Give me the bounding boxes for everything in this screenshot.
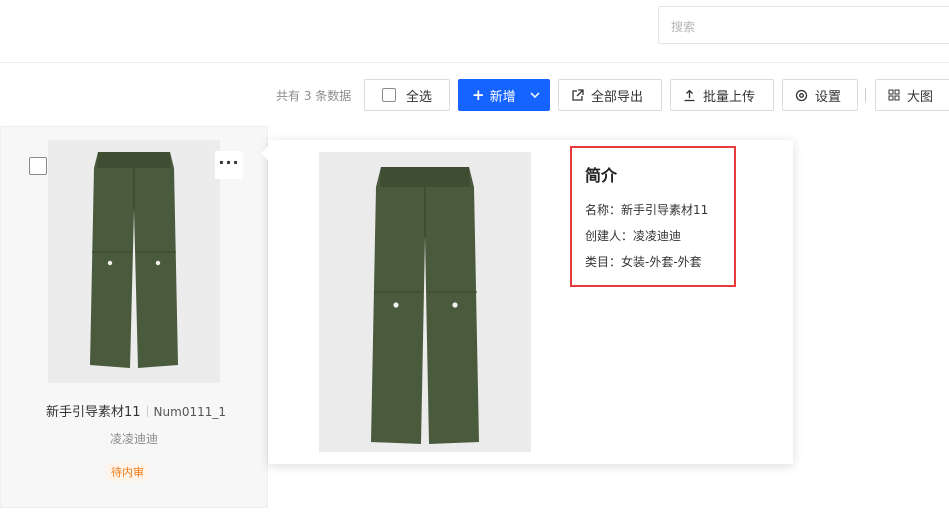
preview-image xyxy=(319,152,531,452)
header-divider xyxy=(0,62,949,63)
asset-thumbnail[interactable] xyxy=(48,140,220,383)
card-code: Num0111_1 xyxy=(153,405,226,419)
summary-panel: 简介 名称：新手引导素材11 创建人：凌凌迪迪 类目：女装-外套-外套 xyxy=(570,146,736,287)
add-button[interactable]: + 新增 xyxy=(458,79,550,111)
chevron-down-icon[interactable] xyxy=(530,92,540,98)
settings-label: 设置 xyxy=(815,89,842,105)
summary-category: 类目：女装-外套-外套 xyxy=(585,255,702,269)
summary-name: 名称：新手引导素材11 xyxy=(585,203,709,217)
title-divider xyxy=(146,406,148,417)
upload-icon xyxy=(683,89,696,102)
search-input[interactable]: 搜索 xyxy=(658,6,949,44)
pants-image xyxy=(90,152,178,368)
checkbox-icon xyxy=(382,88,396,102)
card-checkbox[interactable] xyxy=(29,157,47,175)
export-all-button[interactable]: 全部导出 xyxy=(558,79,662,111)
select-all-label: 全选 xyxy=(406,89,433,105)
select-all-button[interactable]: 全选 xyxy=(364,79,450,111)
card-title: 新手引导素材11 Num0111_1 xyxy=(46,401,226,420)
record-count: 共有 3 条数据 xyxy=(276,89,352,103)
search-placeholder: 搜索 xyxy=(671,20,696,34)
status-badge: 待内审 xyxy=(106,463,149,481)
plus-icon: + xyxy=(472,86,485,104)
view-mode-label: 大图 xyxy=(907,89,934,105)
export-icon xyxy=(571,88,584,102)
summary-creator: 创建人：凌凌迪迪 xyxy=(585,229,682,243)
settings-button[interactable]: 设置 xyxy=(782,79,858,111)
add-label: 新增 xyxy=(489,89,516,105)
settings-icon xyxy=(795,89,808,102)
batch-upload-label: 批量上传 xyxy=(703,89,756,105)
more-menu-button[interactable]: ··· xyxy=(215,151,243,179)
grid-icon xyxy=(888,89,900,101)
export-all-label: 全部导出 xyxy=(591,89,644,105)
batch-upload-button[interactable]: 批量上传 xyxy=(670,79,774,111)
view-mode-button[interactable]: 大图 xyxy=(875,79,949,111)
card-name: 新手引导素材11 xyxy=(46,405,141,420)
card-creator: 凌凌迪迪 xyxy=(110,432,159,446)
pants-image xyxy=(371,167,479,444)
summary-heading: 简介 xyxy=(585,166,618,185)
toolbar-separator xyxy=(865,88,866,102)
